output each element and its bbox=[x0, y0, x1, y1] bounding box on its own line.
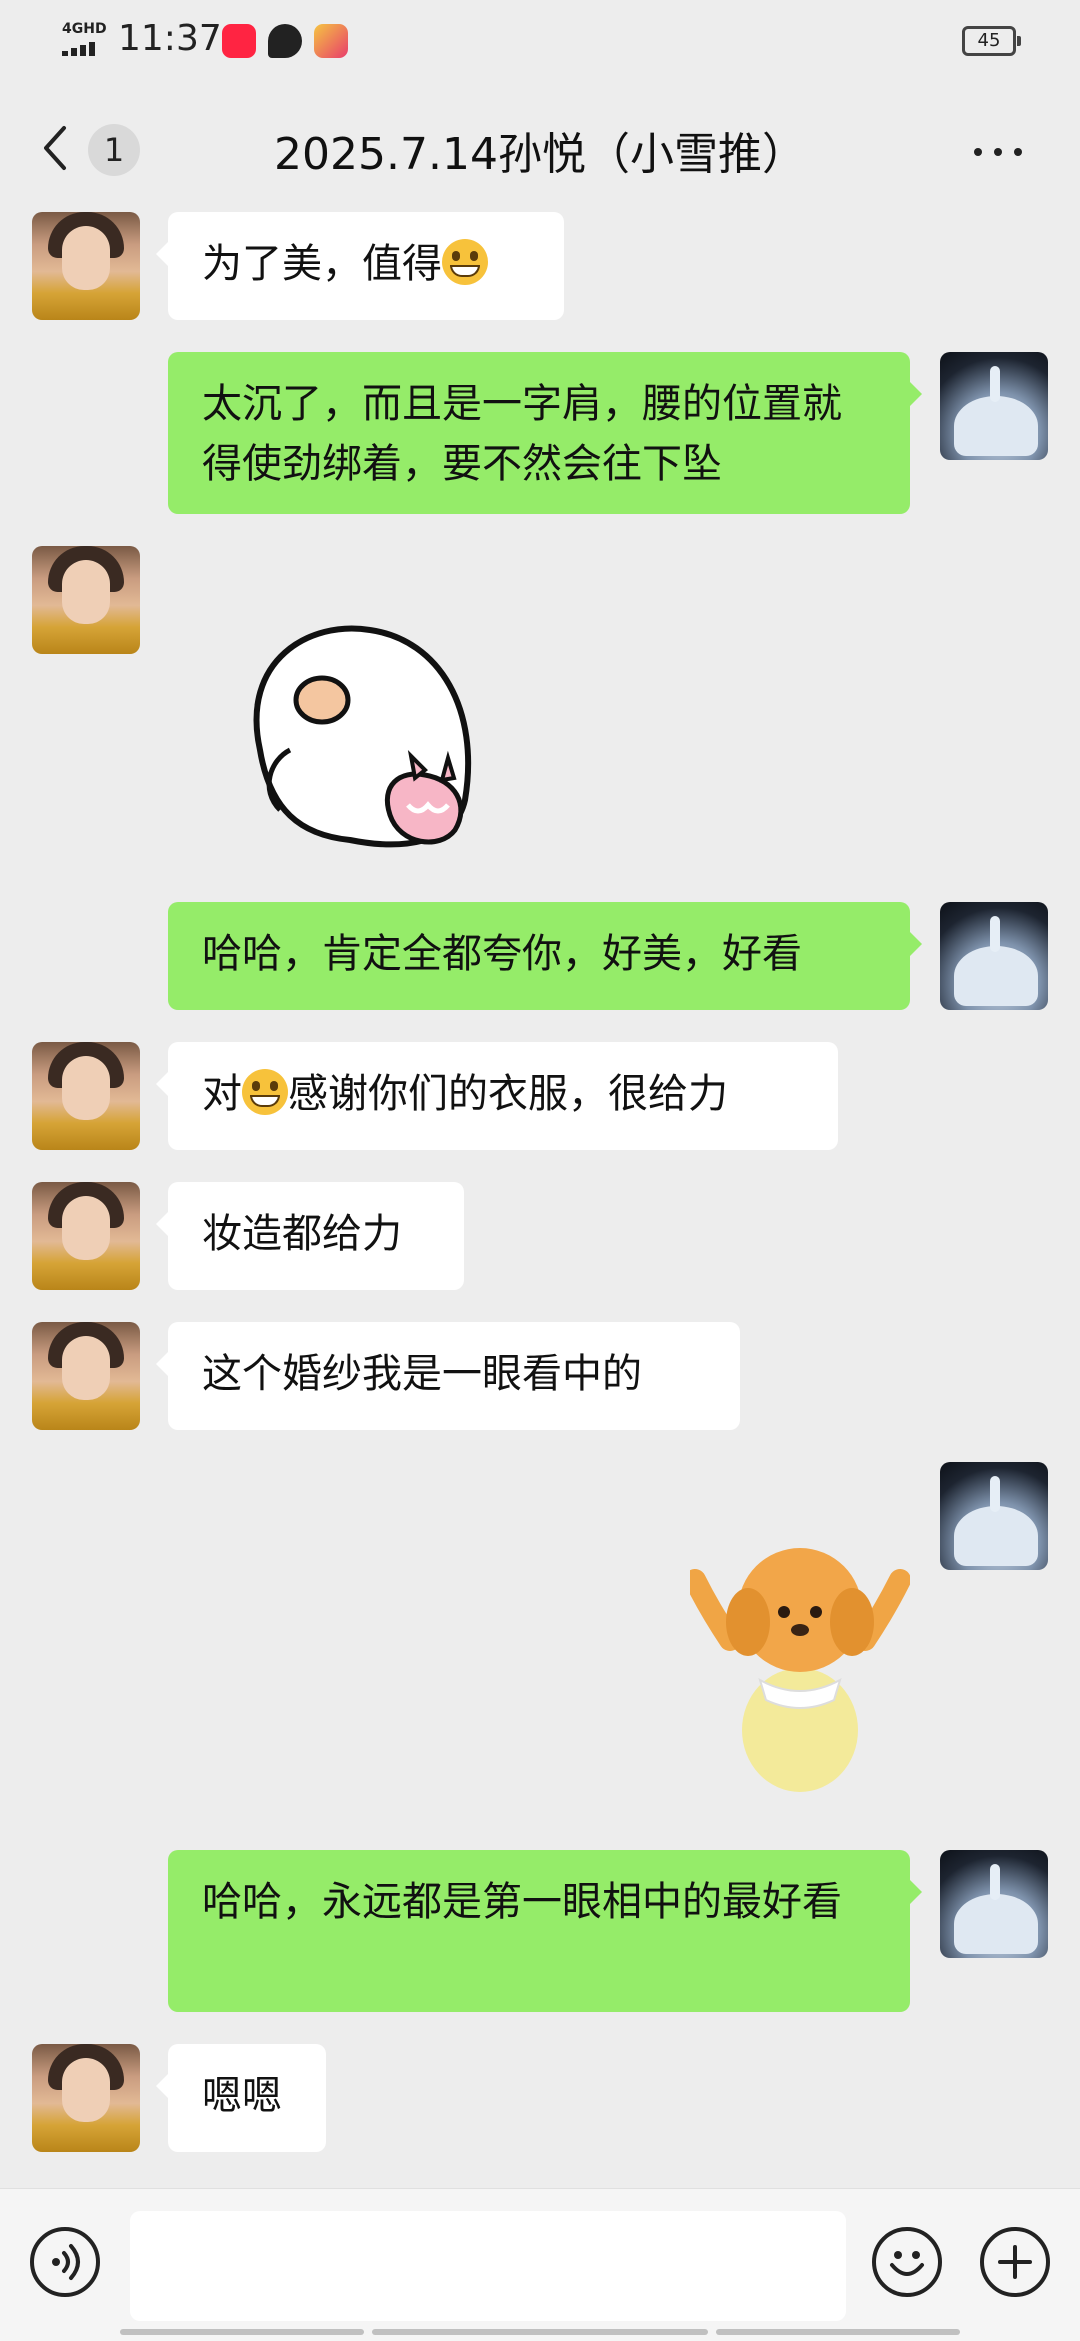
game-notification-icon bbox=[314, 24, 348, 58]
white-blob-with-pink-bunny-sticker[interactable] bbox=[230, 600, 500, 870]
self-avatar[interactable] bbox=[940, 352, 1048, 460]
message-text: 这个婚纱我是一眼看中的 bbox=[202, 1351, 642, 1397]
grinning-face-emoji-icon bbox=[442, 239, 488, 285]
contact-avatar[interactable] bbox=[32, 1042, 140, 1150]
shopping-app-notification-icon bbox=[222, 24, 256, 58]
message-bubble-incoming[interactable]: 对感谢你们的衣服，很给力 bbox=[156, 1042, 838, 1150]
message-text: 哈哈，肯定全都夸你，好美，好看 bbox=[202, 931, 802, 977]
message-text: 哈哈，永远都是第一眼相中的最好看 bbox=[202, 1879, 842, 1925]
message-bubble-incoming[interactable]: 妆造都给力 bbox=[156, 1182, 464, 1290]
message-text: 对 bbox=[202, 1071, 242, 1117]
message-bubble-outgoing[interactable]: 哈哈，永远都是第一眼相中的最好看 bbox=[168, 1850, 922, 2012]
message-bubble-incoming[interactable]: 这个婚纱我是一眼看中的 bbox=[156, 1322, 740, 1430]
grinning-face-emoji-icon bbox=[242, 1069, 288, 1115]
self-avatar[interactable] bbox=[940, 1850, 1048, 1958]
message-text: 为了美，值得 bbox=[202, 241, 442, 287]
message-notification-icon bbox=[268, 24, 302, 58]
message-text: 妆造都给力 bbox=[202, 1211, 402, 1257]
chat-header: 1 2025.7.14孙悦（小雪推） bbox=[0, 84, 1080, 212]
message-bubble-incoming[interactable]: 嗯嗯 bbox=[156, 2044, 326, 2152]
contact-avatar[interactable] bbox=[32, 1182, 140, 1290]
message-text: 感谢你们的衣服，很给力 bbox=[288, 1071, 728, 1117]
contact-avatar[interactable] bbox=[32, 2044, 140, 2152]
message-input[interactable] bbox=[130, 2211, 846, 2321]
message-text: 太沉了，而且是一字肩，腰的位置就得使劲绑着，要不然会往下坠 bbox=[202, 381, 842, 487]
contact-avatar[interactable] bbox=[32, 212, 140, 320]
input-bar bbox=[0, 2188, 1080, 2341]
nav-indicator bbox=[372, 2329, 708, 2335]
self-avatar[interactable] bbox=[940, 1462, 1048, 1570]
emoji-icon[interactable] bbox=[872, 2227, 942, 2297]
message-bubble-incoming[interactable]: 为了美，值得 bbox=[156, 212, 564, 320]
contact-avatar[interactable] bbox=[32, 546, 140, 654]
status-bar: 4GHD 11:37 45 bbox=[0, 0, 1080, 84]
contact-avatar[interactable] bbox=[32, 1322, 140, 1430]
message-text: 嗯嗯 bbox=[202, 2073, 282, 2119]
unread-count-badge[interactable]: 1 bbox=[88, 124, 140, 176]
chat-title: 2025.7.14孙悦（小雪推） bbox=[274, 129, 806, 180]
message-bubble-outgoing[interactable]: 太沉了，而且是一字肩，腰的位置就得使劲绑着，要不然会往下坠 bbox=[168, 352, 922, 514]
fluffy-puppy-waving-sticker[interactable] bbox=[690, 1530, 910, 1800]
nav-indicator bbox=[120, 2329, 364, 2335]
self-avatar[interactable] bbox=[940, 902, 1048, 1010]
message-bubble-outgoing[interactable]: 哈哈，肯定全都夸你，好美，好看 bbox=[168, 902, 922, 1010]
back-icon[interactable] bbox=[36, 122, 76, 174]
battery-icon: 45 bbox=[962, 26, 1021, 56]
voice-icon[interactable] bbox=[30, 2227, 100, 2297]
network-type: 4GHD bbox=[62, 21, 107, 37]
nav-indicator bbox=[716, 2329, 960, 2335]
plus-icon[interactable] bbox=[980, 2227, 1050, 2297]
status-time: 11:37 bbox=[118, 18, 222, 59]
signal-icon bbox=[62, 38, 110, 56]
